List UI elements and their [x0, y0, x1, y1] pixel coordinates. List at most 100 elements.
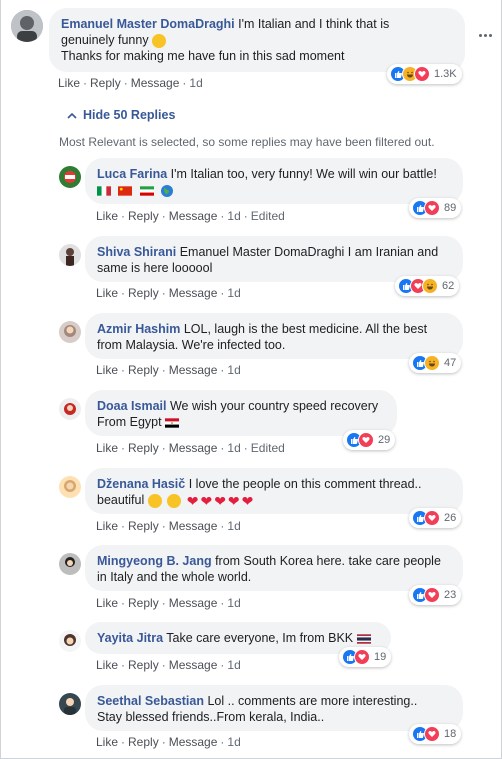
haha-reaction-icon [422, 278, 438, 294]
reply-button[interactable]: Reply [128, 441, 159, 455]
reaction-count: 18 [444, 728, 457, 740]
avatar[interactable] [59, 166, 81, 188]
avatar[interactable] [59, 321, 81, 343]
timestamp[interactable]: 1d [227, 209, 240, 223]
reply-author[interactable]: Azmir Hashim [97, 322, 180, 336]
reply-actions: Like · Reply · Message · 1d [96, 363, 241, 377]
avatar[interactable] [59, 630, 81, 652]
reaction-summary[interactable]: 29 [343, 430, 396, 450]
message-button[interactable]: Message [169, 735, 218, 749]
comment-thread: Emanuel Master DomaDraghi I'm Italian an… [0, 0, 502, 759]
avatar[interactable] [59, 398, 81, 420]
like-button[interactable]: Like [96, 519, 118, 533]
timestamp[interactable]: 1d [227, 363, 240, 377]
love-reaction-icon [424, 200, 440, 216]
reaction-summary[interactable]: 18 [409, 724, 462, 744]
timestamp[interactable]: 1d [227, 441, 240, 455]
italy-flag-icon [97, 186, 111, 196]
message-button[interactable]: Message [131, 76, 180, 90]
reply-author[interactable]: Yayita Jitra [97, 631, 163, 645]
avatar[interactable] [59, 693, 81, 715]
like-button[interactable]: Like [96, 658, 118, 672]
reply-actions: Like · Reply · Message · 1d [96, 286, 241, 300]
like-button[interactable]: Like [96, 286, 118, 300]
heart-icon: ❤ [227, 492, 240, 509]
timestamp[interactable]: 1d [227, 519, 240, 533]
comment-bubble: Emanuel Master DomaDraghi I'm Italian an… [49, 8, 465, 72]
egypt-flag-icon [165, 418, 180, 428]
reply-button[interactable]: Reply [128, 735, 159, 749]
reaction-summary[interactable]: 23 [409, 585, 462, 605]
avatar[interactable] [59, 476, 81, 498]
reply-author[interactable]: Mingyeong B. Jang [97, 554, 212, 568]
reply-button[interactable]: Reply [90, 76, 121, 90]
thailand-flag-icon [356, 634, 371, 644]
edited-label[interactable]: Edited [251, 209, 285, 223]
reply-text: Lol .. comments are more interesting.. [207, 694, 418, 708]
reaction-summary[interactable]: 26 [409, 508, 462, 528]
avatar[interactable] [59, 244, 81, 266]
reply-text: Emanuel Master DomaDraghi I am Iranian a… [179, 245, 439, 259]
reply-text: from Malaysia. We're infected too. [97, 338, 286, 352]
reply-bubble: Dženana Hasič I love the people on this … [85, 468, 463, 514]
comment-author[interactable]: Emanuel Master DomaDraghi [61, 17, 235, 31]
reply-button[interactable]: Reply [128, 658, 159, 672]
reaction-summary[interactable]: 47 [409, 353, 462, 373]
comment-text: I'm Italian and I think that is [238, 17, 390, 31]
reaction-count: 23 [444, 589, 457, 601]
heart-icon: ❤ [241, 492, 254, 509]
like-button[interactable]: Like [96, 209, 118, 223]
reaction-summary[interactable]: 1.3K [387, 64, 462, 84]
timestamp[interactable]: 1d [227, 286, 240, 300]
filter-note: Most Relevant is selected, so some repli… [59, 135, 435, 149]
message-button[interactable]: Message [169, 209, 218, 223]
reaction-summary[interactable]: 62 [395, 276, 460, 296]
reaction-count: 62 [442, 280, 455, 292]
reply-author[interactable]: Shiva Shirani [97, 245, 176, 259]
like-button[interactable]: Like [96, 441, 118, 455]
reply-button[interactable]: Reply [128, 209, 159, 223]
message-button[interactable]: Message [169, 286, 218, 300]
reply-text: from South Korea here. take care people [215, 554, 441, 568]
message-button[interactable]: Message [169, 596, 218, 610]
like-button[interactable]: Like [96, 735, 118, 749]
reply-author[interactable]: Doaa Ismail [97, 399, 166, 413]
reply-button[interactable]: Reply [128, 286, 159, 300]
reply-author[interactable]: Dženana Hasič [97, 477, 185, 491]
reply-bubble: Luca Farina I'm Italian too, very funny!… [85, 158, 463, 204]
reply-text: I'm Italian too, very funny! We will win… [170, 167, 437, 181]
haha-reaction-icon [424, 355, 440, 371]
like-button[interactable]: Like [58, 76, 80, 90]
edited-label[interactable]: Edited [251, 441, 285, 455]
love-reaction-icon [414, 66, 430, 82]
message-button[interactable]: Message [169, 658, 218, 672]
reply-actions: Like · Reply · Message · 1d [96, 519, 241, 533]
reply-button[interactable]: Reply [128, 519, 159, 533]
timestamp[interactable]: 1d [227, 735, 240, 749]
love-reaction-icon [424, 510, 440, 526]
timestamp[interactable]: 1d [227, 596, 240, 610]
timestamp[interactable]: 1d [189, 76, 202, 90]
reply-actions: Like · Reply · Message · 1d · Edited [96, 209, 285, 223]
avatar-image [11, 10, 43, 42]
reply-author[interactable]: Luca Farina [97, 167, 167, 181]
reaction-summary[interactable]: 19 [339, 647, 392, 667]
hide-replies-button[interactable]: Hide 50 Replies [67, 108, 175, 122]
avatar[interactable] [11, 10, 43, 42]
like-button[interactable]: Like [96, 596, 118, 610]
reply-bubble: Seethal Sebastian Lol .. comments are mo… [85, 685, 463, 731]
like-button[interactable]: Like [96, 363, 118, 377]
love-reaction-icon [354, 649, 370, 665]
reply-button[interactable]: Reply [128, 363, 159, 377]
reply-button[interactable]: Reply [128, 596, 159, 610]
message-button[interactable]: Message [169, 441, 218, 455]
timestamp[interactable]: 1d [227, 658, 240, 672]
hide-replies-label: Hide 50 Replies [83, 108, 176, 122]
reply-author[interactable]: Seethal Sebastian [97, 694, 204, 708]
reaction-summary[interactable]: 89 [409, 198, 462, 218]
message-button[interactable]: Message [169, 519, 218, 533]
more-options-icon[interactable] [479, 34, 492, 37]
message-button[interactable]: Message [169, 363, 218, 377]
grinning-face-icon [167, 493, 182, 508]
avatar[interactable] [59, 553, 81, 575]
